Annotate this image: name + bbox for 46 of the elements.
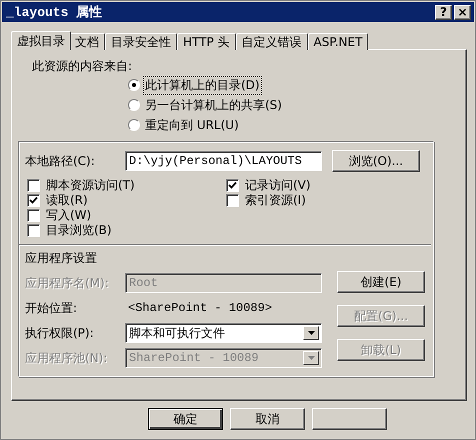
tab[interactable]: 自定义错误 <box>236 33 308 50</box>
browse-button[interactable]: 浏览(O)... <box>332 150 420 172</box>
checkbox[interactable] <box>27 194 40 207</box>
checkbox[interactable] <box>226 179 239 192</box>
checkbox-label: 目录浏览(B) <box>46 222 112 239</box>
caret-icon <box>308 331 314 335</box>
radio-button[interactable] <box>128 79 140 91</box>
checkbox-label: 读取(R) <box>46 192 88 209</box>
check-icon <box>228 181 237 190</box>
dropdown[interactable]: 脚本和可执行文件 <box>125 323 322 343</box>
field-label: 执行权限(P): <box>25 324 95 342</box>
radio-label: 另一台计算机上的共享(S) <box>144 96 283 114</box>
value-text: <SharePoint - 10089> <box>127 300 274 317</box>
field-label: 开始位置: <box>25 300 78 316</box>
checkbox-label: 写入(W) <box>46 207 92 224</box>
checkbox-label: 脚本资源访问(T) <box>46 177 135 194</box>
caret-icon <box>308 356 314 360</box>
checkbox-label: 索引资源(I) <box>245 192 306 209</box>
dialog-button[interactable]: 确定 <box>148 408 223 430</box>
radio-label: 此计算机上的目录(D) <box>144 76 261 94</box>
radio-button[interactable] <box>128 119 140 131</box>
tab[interactable]: 文档 <box>69 33 105 50</box>
section-heading: 应用程序设置 <box>25 251 97 265</box>
checkbox[interactable] <box>226 194 239 207</box>
close-button[interactable]: × <box>454 4 471 20</box>
check-icon <box>29 196 38 205</box>
field-label: 应用程序名(M): <box>25 274 110 292</box>
checkbox-label: 记录访问(V) <box>245 177 311 194</box>
tab[interactable]: ASP.NET <box>308 33 368 50</box>
checkbox[interactable] <box>27 209 40 222</box>
dialog-button[interactable]: 取消 <box>230 408 305 430</box>
radio-button[interactable] <box>128 99 140 111</box>
checkbox[interactable] <box>27 179 40 192</box>
tab[interactable]: HTTP 头 <box>177 33 236 50</box>
app-button[interactable]: 创建(E) <box>337 271 425 293</box>
tab[interactable]: 虚拟目录 <box>11 31 71 50</box>
window-title: _layouts 属性 <box>6 4 102 21</box>
dialog-button[interactable] <box>312 408 387 430</box>
help-button[interactable]: ? <box>435 4 452 20</box>
path-field[interactable]: D:\yjy(Personal)\LAYOUTS <box>125 151 322 171</box>
tab[interactable]: 目录安全性 <box>105 33 177 50</box>
section-label: 此资源的内容来自: <box>32 59 132 73</box>
field-label: 应用程序池(N): <box>25 350 108 366</box>
checkbox[interactable] <box>27 224 40 237</box>
radio-label: 重定向到 URL(U) <box>144 116 240 134</box>
field-label: 本地路径(C): <box>25 152 96 170</box>
